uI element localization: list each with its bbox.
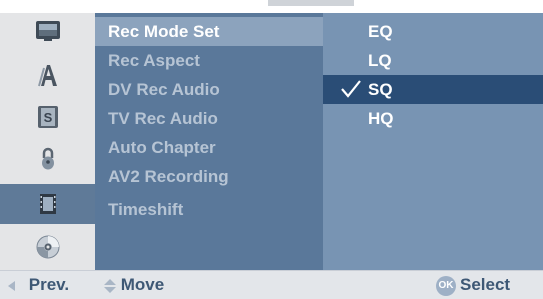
prev-hint[interactable]: Prev. xyxy=(8,271,69,299)
disc-icon xyxy=(36,235,60,259)
option-label: EQ xyxy=(368,22,393,41)
recording-film-icon xyxy=(39,193,57,215)
top-strip xyxy=(0,0,543,13)
option-sq[interactable]: SQ xyxy=(323,75,543,104)
move-label: Move xyxy=(120,275,165,294)
ok-button-icon: OK xyxy=(436,275,456,296)
audio-icon: S xyxy=(37,105,59,129)
option-eq[interactable]: EQ xyxy=(323,17,543,46)
help-bar: Prev. Move OK Select xyxy=(0,270,543,299)
sidebar-item-disc[interactable] xyxy=(0,231,95,263)
menu-item-rec-aspect[interactable]: Rec Aspect xyxy=(95,46,323,75)
lock-icon xyxy=(40,147,56,171)
move-hint: Move xyxy=(104,271,164,299)
sidebar-item-audio[interactable]: S xyxy=(0,101,95,133)
option-label: LQ xyxy=(368,51,392,70)
select-hint[interactable]: OK Select xyxy=(436,271,510,299)
sidebar-item-lock[interactable] xyxy=(0,143,95,175)
language-icon xyxy=(36,62,60,88)
menu-item-dv-rec-audio[interactable]: DV Rec Audio xyxy=(95,75,323,104)
setup-menu: S Rec Mode Set Rec Aspect DV Rec Audio T… xyxy=(0,0,543,299)
option-label: HQ xyxy=(368,109,394,128)
up-down-arrow-icon xyxy=(104,275,121,294)
option-lq[interactable]: LQ xyxy=(323,46,543,75)
top-strip-mark xyxy=(268,0,354,6)
menu-item-auto-chapter[interactable]: Auto Chapter xyxy=(95,133,323,162)
sidebar-item-recording[interactable] xyxy=(0,184,95,224)
svg-text:S: S xyxy=(43,110,52,125)
category-sidebar: S xyxy=(0,13,95,270)
prev-label: Prev. xyxy=(28,275,70,294)
select-label: Select xyxy=(460,275,511,294)
menu-item-av2-recording[interactable]: AV2 Recording xyxy=(95,162,323,191)
sidebar-item-language[interactable] xyxy=(0,59,95,91)
sidebar-item-display[interactable] xyxy=(0,15,95,47)
left-arrow-icon xyxy=(8,275,21,294)
tv-display-icon xyxy=(35,20,61,42)
option-list: EQ LQ SQ HQ xyxy=(323,13,543,270)
option-label: SQ xyxy=(368,80,393,99)
menu-item-tv-rec-audio[interactable]: TV Rec Audio xyxy=(95,104,323,133)
option-hq[interactable]: HQ xyxy=(323,104,543,133)
menu-item-timeshift[interactable]: Timeshift xyxy=(95,195,323,224)
settings-menu: Rec Mode Set Rec Aspect DV Rec Audio TV … xyxy=(95,13,323,270)
menu-item-rec-mode-set[interactable]: Rec Mode Set xyxy=(95,17,323,46)
